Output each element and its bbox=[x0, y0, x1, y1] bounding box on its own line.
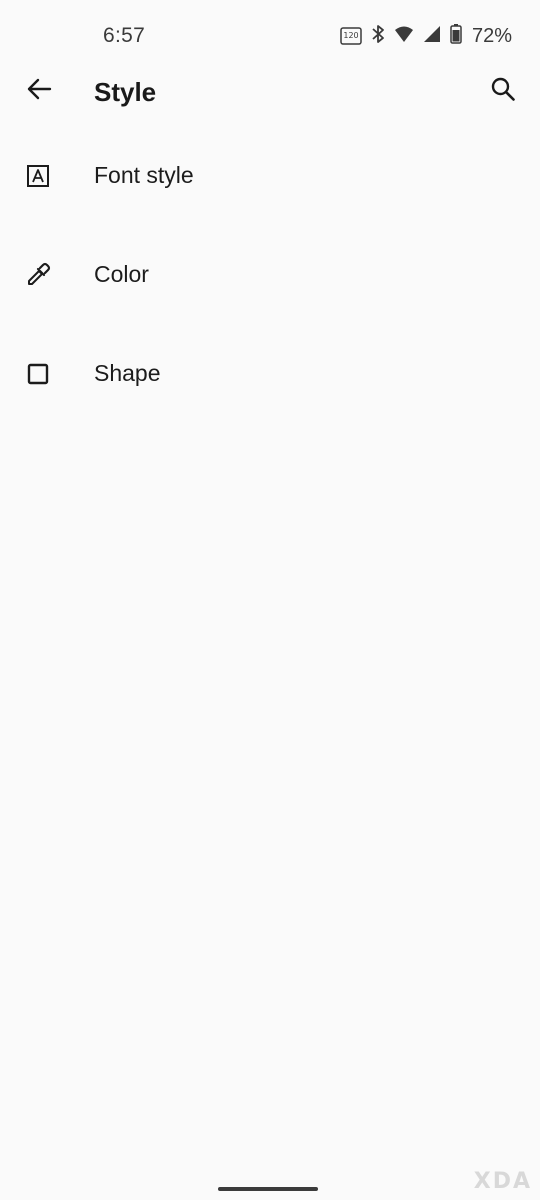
refresh-rate-icon: 120 bbox=[340, 27, 362, 45]
app-bar: Style bbox=[0, 62, 540, 122]
font-style-icon bbox=[24, 162, 52, 190]
page-title: Style bbox=[94, 77, 157, 107]
gesture-nav-handle[interactable] bbox=[218, 1187, 318, 1191]
square-outline-icon bbox=[24, 360, 52, 388]
back-button[interactable] bbox=[18, 70, 60, 112]
svg-text:120: 120 bbox=[343, 31, 358, 40]
bluetooth-icon bbox=[370, 24, 386, 49]
eyedropper-icon bbox=[24, 261, 52, 289]
menu-item-shape[interactable]: Shape bbox=[0, 324, 540, 423]
search-icon bbox=[490, 76, 516, 107]
menu-item-label: Color bbox=[94, 261, 149, 287]
wifi-icon bbox=[394, 24, 414, 49]
signal-icon bbox=[422, 24, 442, 49]
status-time: 6:57 bbox=[103, 24, 146, 47]
search-button[interactable] bbox=[482, 70, 524, 112]
menu-item-font-style[interactable]: Font style bbox=[0, 126, 540, 225]
battery-percent: 72% bbox=[471, 24, 512, 47]
watermark-logo: XDA bbox=[473, 1169, 532, 1194]
status-icons: 120 72% bbox=[340, 22, 512, 50]
menu-item-color[interactable]: Color bbox=[0, 225, 540, 324]
menu-item-label: Shape bbox=[94, 360, 161, 386]
battery-icon bbox=[450, 23, 462, 49]
style-options-list: Font style Color Shape bbox=[0, 126, 540, 423]
arrow-back-icon bbox=[26, 77, 52, 106]
menu-item-label: Font style bbox=[94, 162, 194, 188]
